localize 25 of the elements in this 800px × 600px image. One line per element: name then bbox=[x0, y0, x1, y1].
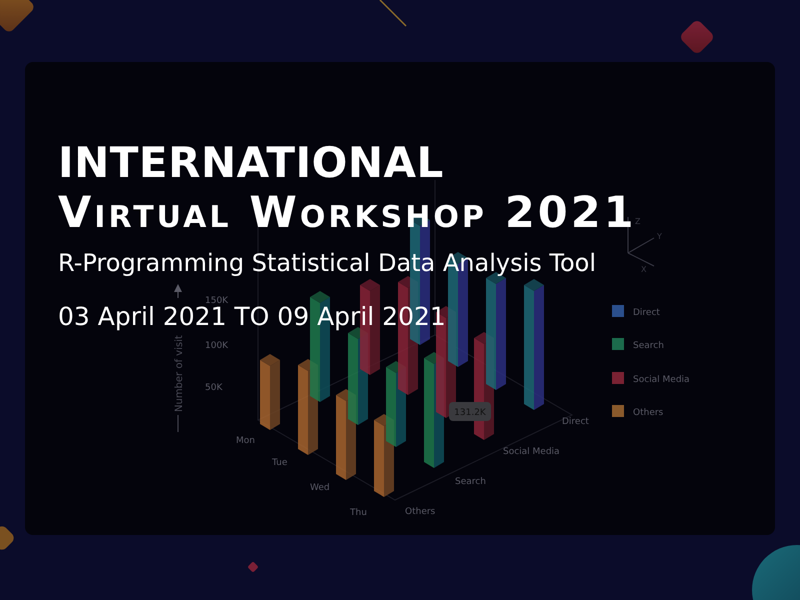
axis-category-label: Search bbox=[455, 477, 486, 487]
title-text: Virtual Workshop 2021 bbox=[58, 188, 637, 238]
axis-tick-label: 50K bbox=[205, 383, 222, 393]
axis-letter: X bbox=[641, 265, 646, 274]
line-decoration bbox=[378, 0, 408, 27]
axis-category-label: Others bbox=[405, 507, 436, 517]
axis-category-label: Thu bbox=[350, 508, 367, 518]
legend-label: Others bbox=[633, 408, 664, 418]
axis-tick-label: 100K bbox=[205, 341, 228, 351]
axis-category-label: Mon bbox=[236, 436, 255, 446]
axis-category-label: Tue bbox=[272, 458, 288, 468]
axis-category-label: Social Media bbox=[503, 447, 560, 457]
axis-letter: Y bbox=[657, 232, 662, 241]
axis-category-label: Wed bbox=[310, 483, 330, 493]
axis-letter: Z bbox=[635, 217, 640, 226]
legend-label: Direct bbox=[633, 308, 660, 318]
subtitle-text: R-Programming Statistical Data Analysis Tool bbox=[58, 250, 596, 276]
axis-tick-label: 150K bbox=[205, 296, 228, 306]
axis-arrow bbox=[174, 284, 182, 298]
title-text: INTERNATIONAL bbox=[58, 138, 444, 188]
date-text: 03 April 2021 TO 09 April 2021 bbox=[58, 304, 446, 330]
legend-label: Search bbox=[633, 341, 664, 351]
legend-label: Social Media bbox=[633, 375, 690, 385]
axis-title: Number of visit bbox=[174, 335, 185, 412]
axis-category-label: Direct bbox=[562, 417, 589, 427]
